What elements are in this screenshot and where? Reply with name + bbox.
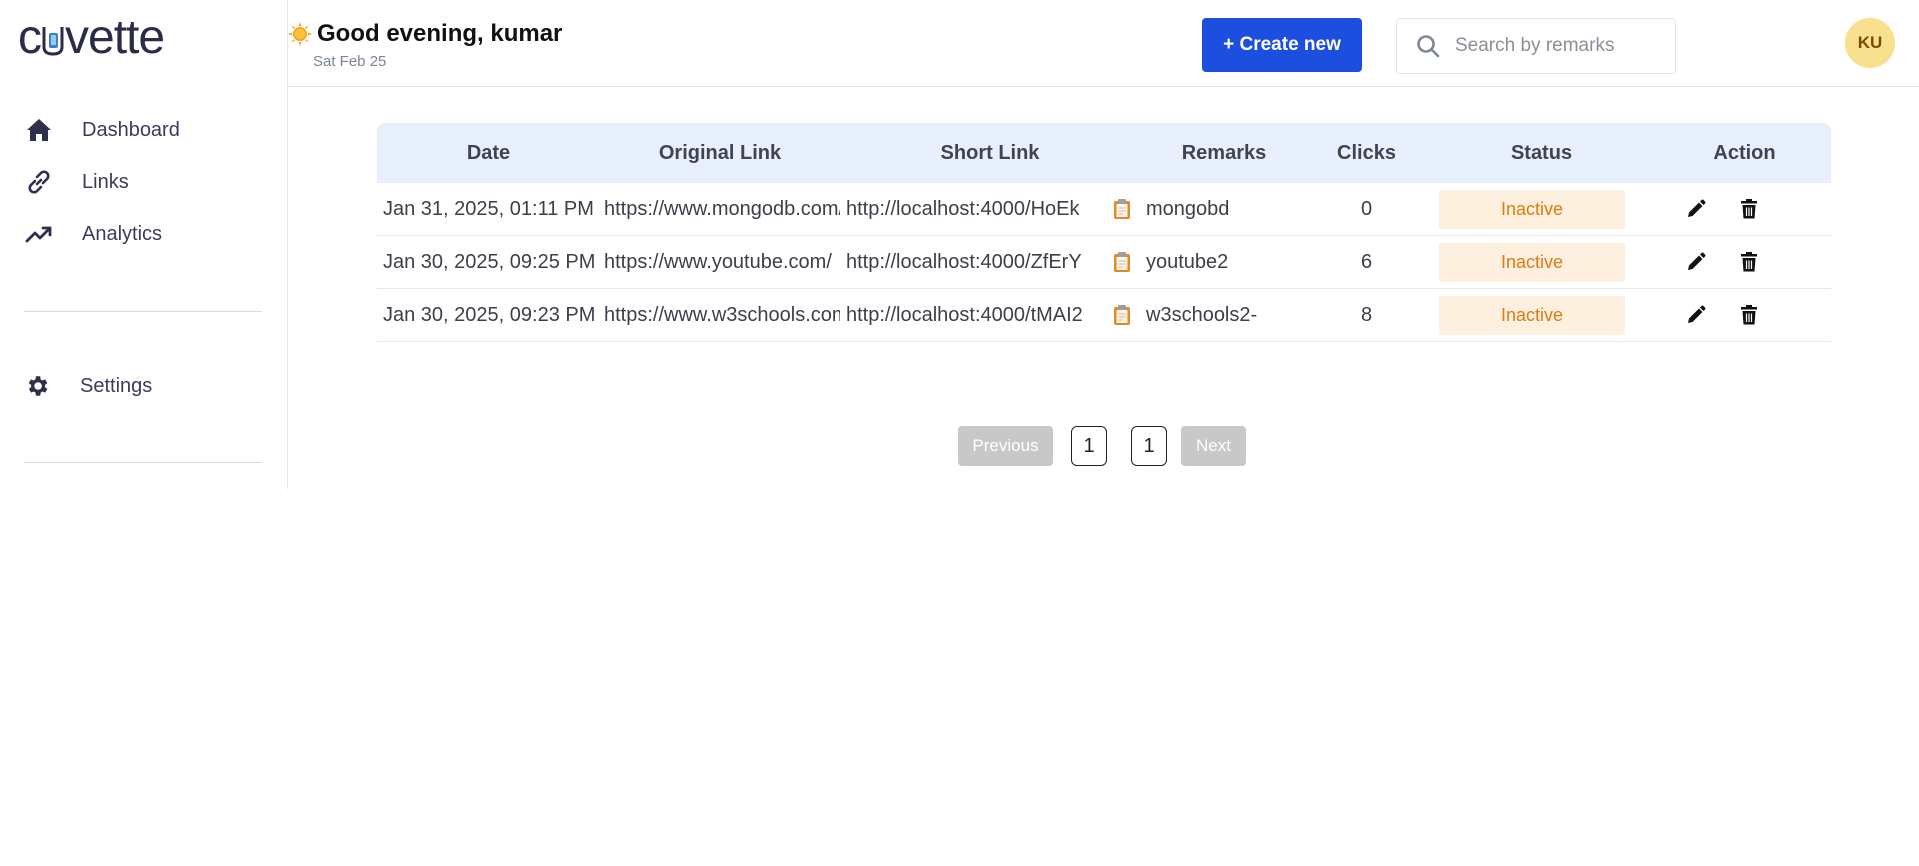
sidebar-item-label: Analytics [82,222,163,245]
clipboard-icon[interactable] [1112,198,1132,220]
cell-date: Jan 30, 2025, 09:23 PM [377,288,600,342]
sidebar-item-settings[interactable]: Settings [24,364,152,408]
page-number[interactable]: 1 [1131,426,1167,466]
delete-trash-icon[interactable] [1740,305,1758,325]
sidebar-divider [24,462,262,463]
previous-button[interactable]: Previous [958,426,1053,466]
next-button[interactable]: Next [1181,426,1246,466]
column-header-action: Action [1713,141,1776,164]
cell-short-link: http://localhost:4000/tMAI2 [840,288,1140,342]
pagination: Previous 1 1 Next [958,426,1246,466]
status-badge: Inactive [1439,189,1625,229]
table-header-row: Date Original Link Short Link Remarks Cl… [377,123,1831,183]
column-header-short-link: Short Link [940,141,1040,164]
settings-label: Settings [80,374,153,397]
user-avatar[interactable]: KU [1845,18,1895,68]
logo-phone-mark [42,21,64,56]
clipboard-icon[interactable] [1112,251,1132,273]
cuvette-logo[interactable]: c vette [18,11,165,64]
short-link-text[interactable]: http://localhost:4000/HoEk [846,198,1098,221]
cell-status: Inactive [1425,235,1658,289]
delete-trash-icon[interactable] [1740,199,1758,219]
short-link-text[interactable]: http://localhost:4000/ZfErY [846,251,1098,274]
logo-text-start: c [18,11,42,64]
sidebar-item-dashboard[interactable]: Dashboard [24,104,180,156]
sidebar-item-links[interactable]: Links [24,156,180,208]
greeting-title: Good evening, kumar [317,20,563,47]
column-header-status: Status [1510,141,1573,164]
cell-action [1658,235,1831,289]
cell-short-link: http://localhost:4000/HoEk [840,183,1140,236]
gear-icon [24,373,50,399]
cell-clicks: 8 [1308,288,1425,342]
sidebar-divider [24,311,262,312]
sidebar-item-label: Dashboard [82,118,180,141]
edit-pencil-icon[interactable] [1686,305,1706,325]
cell-date: Jan 30, 2025, 09:25 PM [377,235,600,289]
cell-action [1658,183,1831,236]
clipboard-icon[interactable] [1112,304,1132,326]
table-row: Jan 31, 2025, 01:11 PM https://www.mongo… [377,183,1831,236]
page-number[interactable]: 1 [1071,426,1107,466]
sidebar: c vette Dashboard Links Analytics Settin… [0,0,288,489]
search-input[interactable] [1453,34,1657,58]
sidebar-item-analytics[interactable]: Analytics [24,208,180,260]
link-icon [24,167,54,197]
cell-status: Inactive [1425,288,1658,342]
delete-trash-icon[interactable] [1740,252,1758,272]
home-icon [24,115,54,145]
links-table: Date Original Link Short Link Remarks Cl… [377,123,1831,342]
cell-original-link[interactable]: https://www.youtube.com/ [600,235,840,289]
cell-clicks: 0 [1308,183,1425,236]
status-badge: Inactive [1439,295,1625,335]
column-header-date: Date [466,141,511,164]
top-header: Good evening, kumar Sat Feb 25 + Create … [287,0,1919,87]
search-box[interactable] [1396,18,1676,74]
cell-remarks: w3schools2- [1140,288,1308,342]
sun-icon [287,21,313,47]
create-new-button[interactable]: + Create new [1202,18,1362,72]
greeting-date: Sat Feb 25 [313,53,387,70]
cell-clicks: 6 [1308,235,1425,289]
cell-date: Jan 31, 2025, 01:11 PM [377,183,600,236]
column-header-clicks: Clicks [1337,141,1396,164]
search-icon [1415,33,1441,59]
cell-short-link: http://localhost:4000/ZfErY [840,235,1140,289]
cell-remarks: youtube2 [1140,235,1308,289]
cell-original-link[interactable]: https://www.w3schools.com/ [600,288,840,342]
cell-original-link[interactable]: https://www.mongodb.com/ [600,183,840,236]
column-header-remarks: Remarks [1181,141,1267,164]
sidebar-nav: Dashboard Links Analytics [24,104,180,260]
logo-text-end: vette [65,11,165,64]
trending-up-icon [24,219,54,249]
edit-pencil-icon[interactable] [1686,199,1706,219]
cell-remarks: mongobd [1140,183,1308,236]
cell-status: Inactive [1425,183,1658,236]
greeting: Good evening, kumar [287,20,562,48]
cell-action [1658,288,1831,342]
column-header-original-link: Original Link [658,141,782,164]
status-badge: Inactive [1439,242,1625,282]
table-row: Jan 30, 2025, 09:23 PM https://www.w3sch… [377,288,1831,342]
short-link-text[interactable]: http://localhost:4000/tMAI2 [846,304,1098,327]
edit-pencil-icon[interactable] [1686,252,1706,272]
table-row: Jan 30, 2025, 09:25 PM https://www.youtu… [377,235,1831,289]
sidebar-item-label: Links [82,170,129,193]
